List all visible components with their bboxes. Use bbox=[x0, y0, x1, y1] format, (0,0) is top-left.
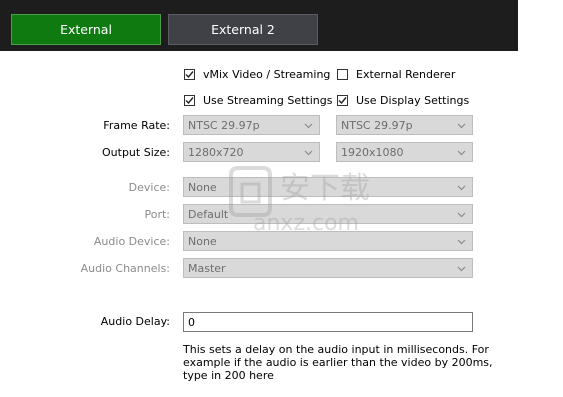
output-size-select-2[interactable]: 1920x1080 bbox=[336, 142, 473, 162]
port-label: Port: bbox=[144, 208, 170, 221]
use-display-settings-checkbox[interactable]: Use Display Settings bbox=[337, 92, 469, 108]
chevron-down-icon bbox=[457, 212, 466, 218]
tab-external[interactable]: External bbox=[11, 14, 161, 45]
use-streaming-settings-checkbox[interactable]: Use Streaming Settings bbox=[184, 92, 332, 108]
audio-channels-label: Audio Channels: bbox=[80, 262, 170, 275]
external-renderer-checkbox[interactable]: External Renderer bbox=[337, 66, 455, 82]
device-select[interactable]: None bbox=[183, 177, 473, 197]
frame-rate-select-2-value: NTSC 29.97p bbox=[341, 118, 413, 132]
external-renderer-label: External Renderer bbox=[356, 67, 456, 81]
audio-channels-select-value: Master bbox=[188, 261, 226, 275]
vmix-video-streaming-label: vMix Video / Streaming bbox=[203, 67, 331, 81]
frame-rate-label: Frame Rate: bbox=[103, 119, 170, 132]
audio-device-select[interactable]: None bbox=[183, 231, 473, 251]
output-size-select-1[interactable]: 1280x720 bbox=[183, 142, 320, 162]
output-size-select-2-value: 1920x1080 bbox=[341, 145, 404, 159]
chevron-down-icon bbox=[457, 150, 466, 156]
use-streaming-settings-label: Use Streaming Settings bbox=[203, 93, 333, 107]
chevron-down-icon bbox=[304, 150, 313, 156]
chevron-down-icon bbox=[457, 123, 466, 129]
checkbox-checked-icon bbox=[184, 94, 195, 106]
audio-delay-label: Audio Delay: bbox=[100, 315, 170, 328]
output-size-select-1-value: 1280x720 bbox=[188, 145, 244, 159]
device-select-value: None bbox=[188, 180, 217, 194]
audio-device-label: Audio Device: bbox=[93, 235, 170, 248]
device-label: Device: bbox=[128, 181, 170, 194]
audio-device-select-value: None bbox=[188, 234, 217, 248]
port-select[interactable]: Default bbox=[183, 204, 473, 224]
vmix-video-streaming-checkbox[interactable]: vMix Video / Streaming bbox=[184, 66, 330, 82]
audio-channels-select[interactable]: Master bbox=[183, 258, 473, 278]
chevron-down-icon bbox=[457, 266, 466, 272]
chevron-down-icon bbox=[457, 239, 466, 245]
port-select-value: Default bbox=[188, 207, 229, 221]
checkbox-checked-icon bbox=[337, 94, 348, 106]
checkbox-checked-icon bbox=[184, 68, 195, 80]
chevron-down-icon bbox=[457, 185, 466, 191]
chevron-down-icon bbox=[304, 123, 313, 129]
output-size-label: Output Size: bbox=[102, 146, 170, 159]
frame-rate-select-2[interactable]: NTSC 29.97p bbox=[336, 115, 473, 135]
frame-rate-select-1-value: NTSC 29.97p bbox=[188, 118, 260, 132]
tab-external-2[interactable]: External 2 bbox=[168, 14, 318, 45]
checkbox-unchecked-icon bbox=[337, 68, 348, 80]
use-display-settings-label: Use Display Settings bbox=[356, 93, 470, 107]
watermark-logo: 安下载 anxz.com bbox=[218, 160, 398, 240]
audio-delay-help-text: This sets a delay on the audio input in … bbox=[183, 343, 493, 382]
tab-bar: External External 2 bbox=[0, 0, 518, 51]
audio-delay-input[interactable] bbox=[183, 312, 473, 332]
frame-rate-select-1[interactable]: NTSC 29.97p bbox=[183, 115, 320, 135]
